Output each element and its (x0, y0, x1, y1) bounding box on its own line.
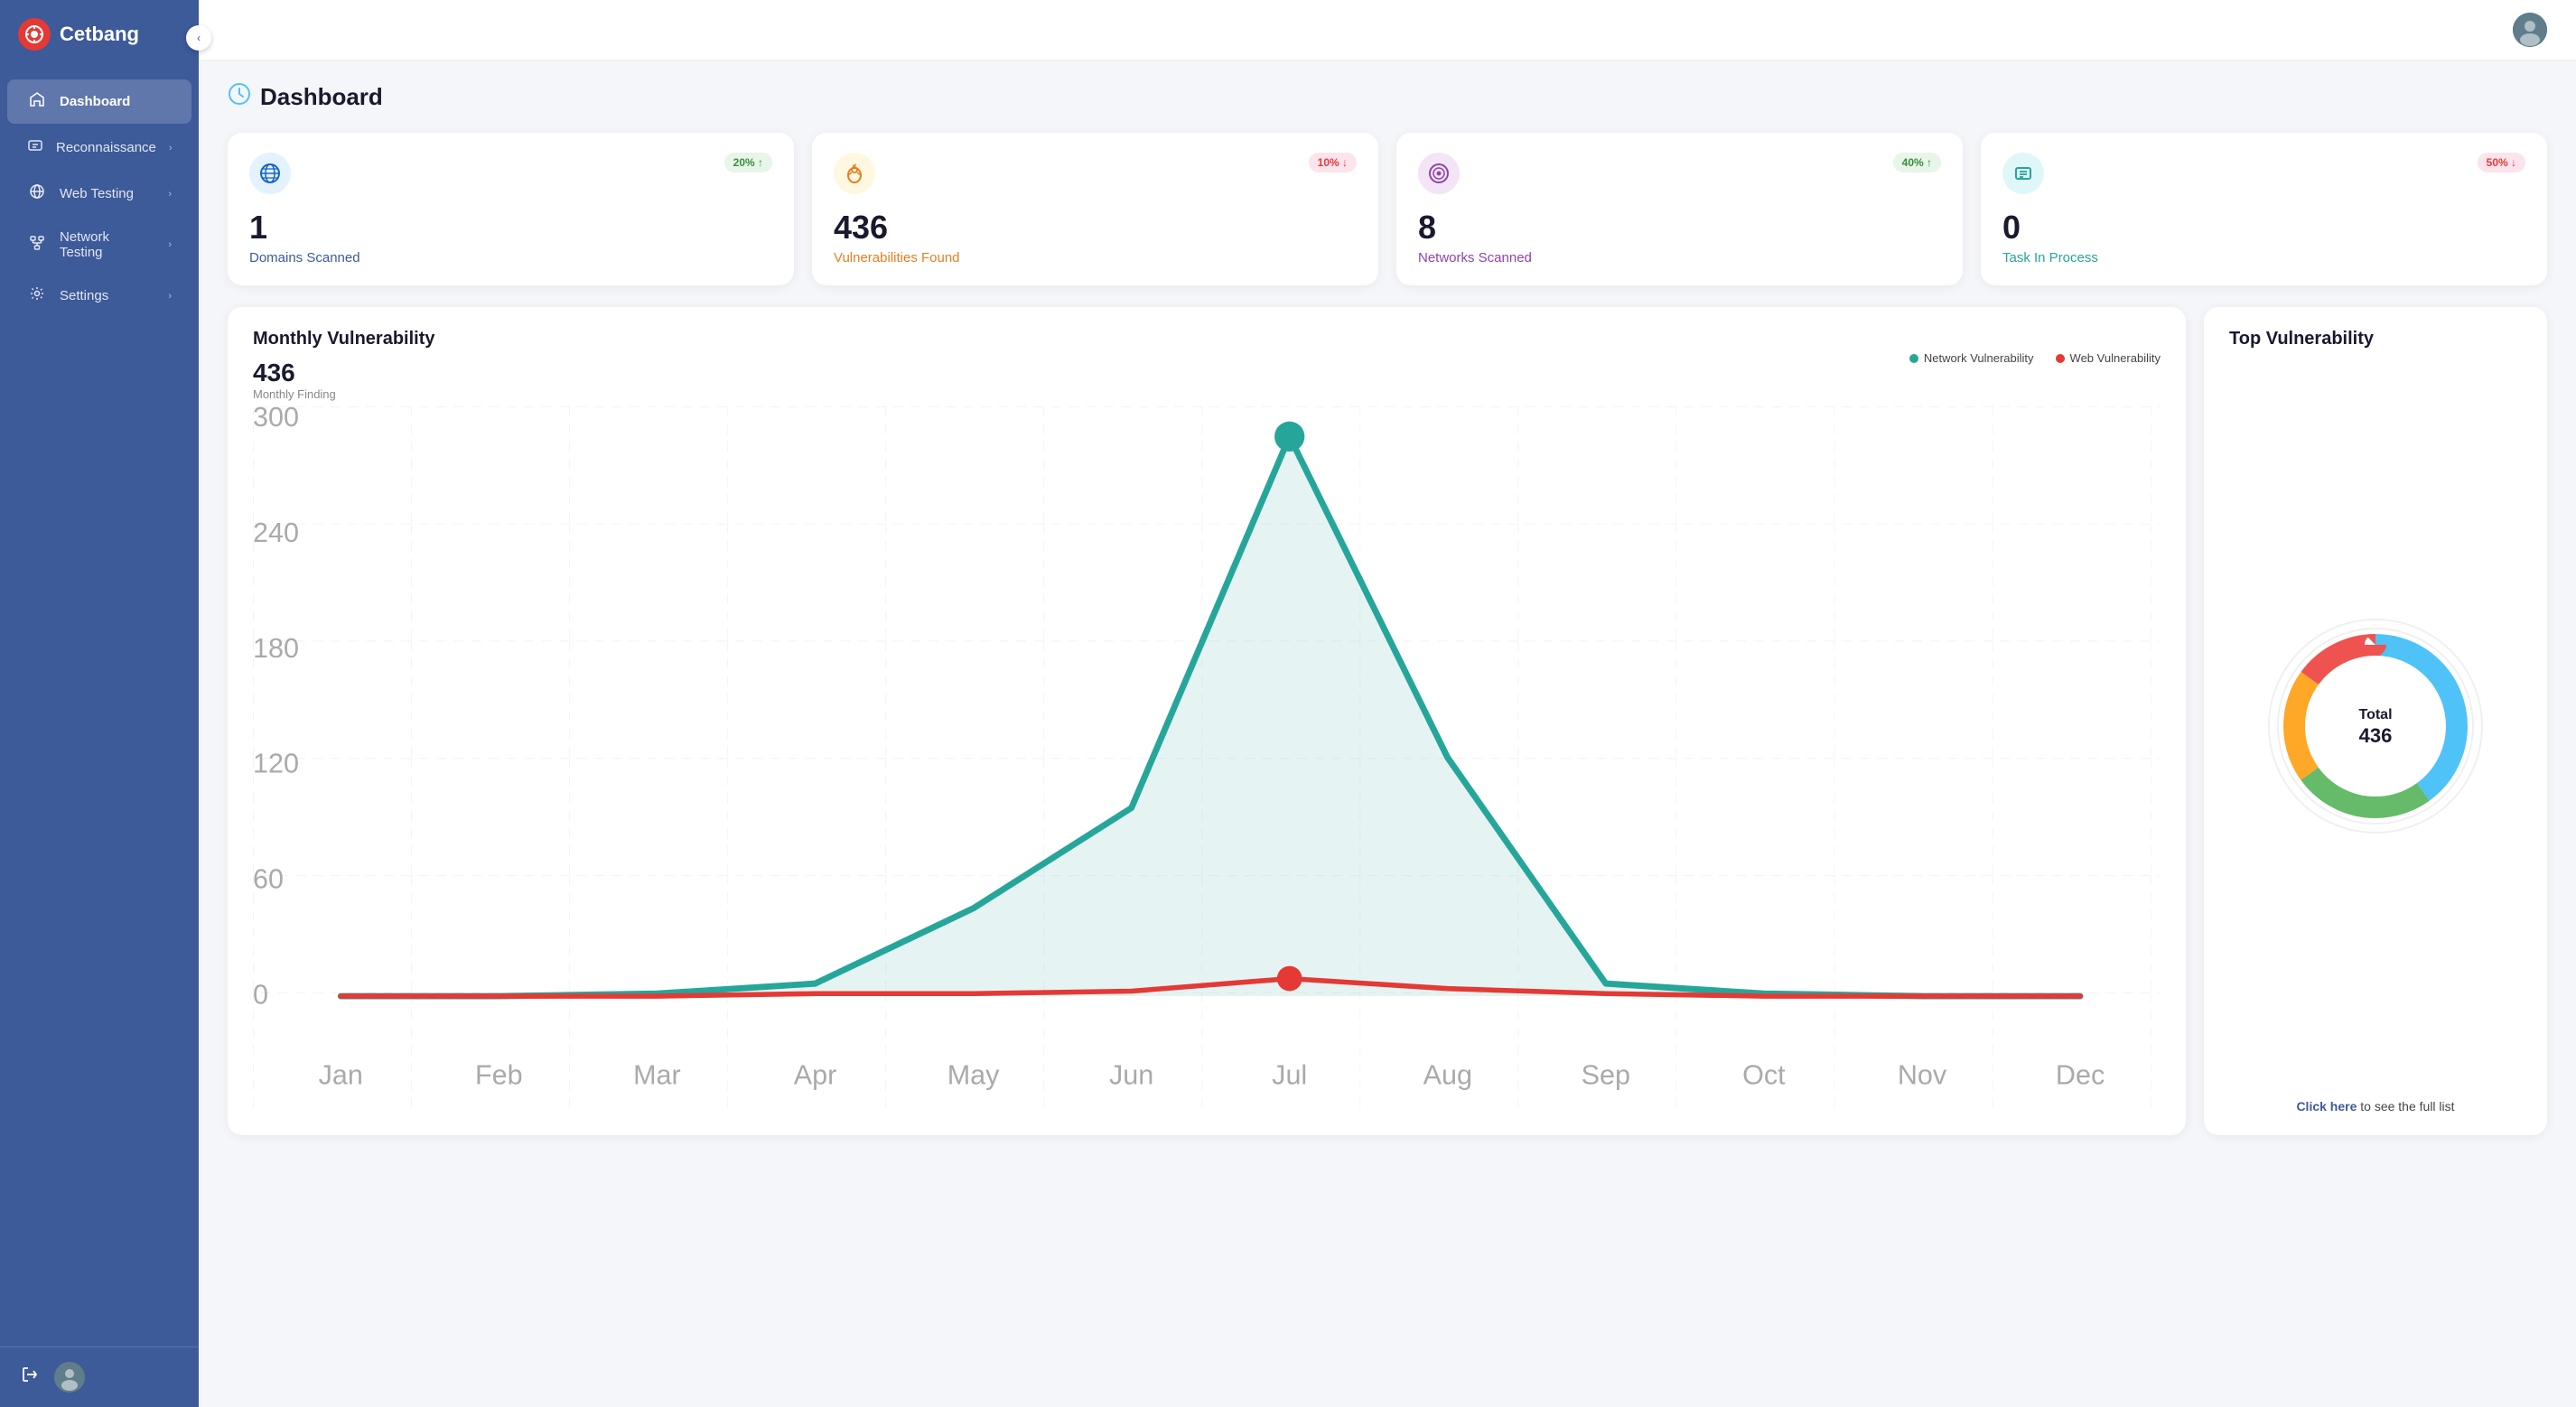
svg-text:May: May (947, 1059, 1000, 1090)
legend-label-web: Web Vulnerability (2070, 351, 2161, 365)
donut-footer-text: to see the full list (2357, 1099, 2454, 1113)
top-vulnerability-title: Top Vulnerability (2229, 329, 2522, 349)
monthly-vulnerability-value: 436 (253, 359, 336, 387)
svg-text:Mar: Mar (633, 1059, 681, 1090)
chevron-right-icon-settings: › (168, 291, 172, 302)
monthly-vulnerability-subtitle: Monthly Finding (253, 387, 336, 401)
networks-scanned-badge: 40% ↑ (1893, 153, 1941, 172)
donut-wrap: Total 436 (2229, 368, 2522, 1085)
logout-icon[interactable] (20, 1365, 40, 1390)
donut-footer: Click here to see the full list (2229, 1099, 2522, 1113)
home-icon (27, 91, 47, 112)
sidebar-logo: Cetbang (0, 0, 199, 69)
dashboard-header-icon (228, 82, 251, 111)
sidebar-item-label-settings: Settings (60, 288, 155, 303)
svg-text:Dec: Dec (2056, 1059, 2105, 1090)
page-body: Dashboard 20% ↑ 1 Domains Scanned (199, 61, 2576, 1407)
chevron-right-icon-network: › (168, 239, 172, 250)
sidebar-item-web-testing[interactable]: Web Testing › (7, 172, 191, 216)
svg-text:Jan: Jan (319, 1059, 363, 1090)
legend-network-vulnerability: Network Vulnerability (1909, 351, 2034, 365)
svg-text:120: 120 (253, 749, 299, 779)
stat-card-task-in-process: 50% ↓ 0 Task In Process (1981, 133, 2547, 285)
sidebar-item-network-testing[interactable]: Network Testing › (7, 218, 191, 272)
settings-icon (27, 285, 47, 306)
svg-text:Total: Total (2358, 707, 2392, 722)
monthly-vulnerability-card: Monthly Vulnerability 436 Monthly Findin… (228, 307, 2186, 1135)
vulnerabilities-found-label: Vulnerabilities Found (834, 250, 1357, 266)
reconnaissance-icon (27, 137, 43, 158)
sidebar-item-label-network-testing: Network Testing (60, 229, 155, 260)
networks-scanned-icon-wrap (1418, 153, 1460, 194)
domains-scanned-icon-wrap (249, 153, 291, 194)
stat-card-networks-scanned: 40% ↑ 8 Networks Scanned (1396, 133, 1963, 285)
svg-text:Nov: Nov (1898, 1059, 1947, 1090)
task-in-process-icon-wrap (2002, 153, 2044, 194)
task-in-process-label: Task In Process (2002, 250, 2525, 266)
stat-card-vulnerabilities-found: 10% ↓ 436 Vulnerabilities Found (812, 133, 1378, 285)
donut-footer-link[interactable]: Click here (2296, 1099, 2357, 1113)
page-header: Dashboard (228, 82, 2547, 111)
sidebar-user-avatar[interactable] (54, 1362, 85, 1393)
main-content: Dashboard 20% ↑ 1 Domains Scanned (199, 0, 2576, 1407)
charts-row: Monthly Vulnerability 436 Monthly Findin… (228, 307, 2547, 1135)
domains-scanned-label: Domains Scanned (249, 250, 772, 266)
logo-icon (18, 18, 51, 51)
monthly-vulnerability-chart: 300 240 180 120 60 0 Jan Feb Mar Apr May… (253, 406, 2161, 1109)
networks-scanned-value: 8 (1418, 209, 1941, 247)
svg-text:300: 300 (253, 402, 299, 433)
svg-text:436: 436 (2359, 724, 2393, 747)
task-in-process-value: 0 (2002, 209, 2525, 247)
sidebar-item-dashboard[interactable]: Dashboard (7, 79, 191, 124)
sidebar-item-label-web-testing: Web Testing (60, 186, 155, 201)
svg-text:Jun: Jun (1109, 1059, 1153, 1090)
sidebar-item-label-dashboard: Dashboard (60, 94, 172, 109)
svg-text:60: 60 (253, 864, 284, 895)
monthly-vulnerability-title: Monthly Vulnerability (253, 329, 2161, 349)
sidebar-item-settings[interactable]: Settings › (7, 274, 191, 318)
topbar (199, 0, 2576, 61)
network-testing-icon (27, 235, 47, 256)
svg-text:Apr: Apr (794, 1059, 837, 1090)
legend-label-network: Network Vulnerability (1924, 351, 2034, 365)
svg-text:Aug: Aug (1423, 1059, 1472, 1090)
stats-row: 20% ↑ 1 Domains Scanned 10% ↓ 436 Vulner… (228, 133, 2547, 285)
svg-text:240: 240 (253, 517, 299, 548)
chevron-right-icon: › (169, 143, 173, 154)
networks-scanned-label: Networks Scanned (1418, 250, 1941, 266)
svg-text:Oct: Oct (1742, 1059, 1786, 1090)
network-peak-dot (1274, 422, 1304, 452)
chart-legend: Network Vulnerability Web Vulnerability (1909, 351, 2161, 365)
vulnerabilities-found-icon-wrap (834, 153, 875, 194)
top-vulnerability-card: Top Vulnerability (2204, 307, 2547, 1135)
sidebar-nav: Dashboard Reconnaissance › Web Testing ›… (0, 78, 199, 1346)
topbar-user-avatar[interactable] (2513, 13, 2547, 47)
web-peak-dot (1277, 966, 1302, 992)
sidebar-item-label-reconnaissance: Reconnaissance (56, 140, 156, 155)
svg-text:0: 0 (253, 979, 268, 1010)
sidebar-bottom (0, 1346, 199, 1407)
domains-scanned-value: 1 (249, 209, 772, 247)
svg-text:Jul: Jul (1272, 1059, 1307, 1090)
donut-chart: Total 436 (2258, 609, 2493, 843)
stat-card-domains-scanned: 20% ↑ 1 Domains Scanned (228, 133, 794, 285)
svg-text:180: 180 (253, 633, 299, 664)
vulnerabilities-found-value: 436 (834, 209, 1357, 247)
sidebar: Cetbang ‹ Dashboard Reconnaissance › Web… (0, 0, 199, 1407)
web-testing-icon (27, 183, 47, 204)
legend-dot-web (2056, 354, 2065, 363)
chevron-right-icon-web: › (168, 189, 172, 200)
legend-dot-network (1909, 354, 1918, 363)
sidebar-item-reconnaissance[interactable]: Reconnaissance › (7, 126, 191, 170)
domains-scanned-badge: 20% ↑ (724, 153, 772, 172)
logo-text: Cetbang (60, 23, 139, 46)
svg-text:Feb: Feb (475, 1059, 523, 1090)
task-in-process-badge: 50% ↓ (2478, 153, 2525, 172)
svg-text:Sep: Sep (1582, 1059, 1630, 1090)
sidebar-toggle-button[interactable]: ‹ (186, 25, 211, 51)
legend-web-vulnerability: Web Vulnerability (2056, 351, 2161, 365)
vulnerabilities-found-badge: 10% ↓ (1309, 153, 1357, 172)
page-title: Dashboard (260, 83, 383, 111)
